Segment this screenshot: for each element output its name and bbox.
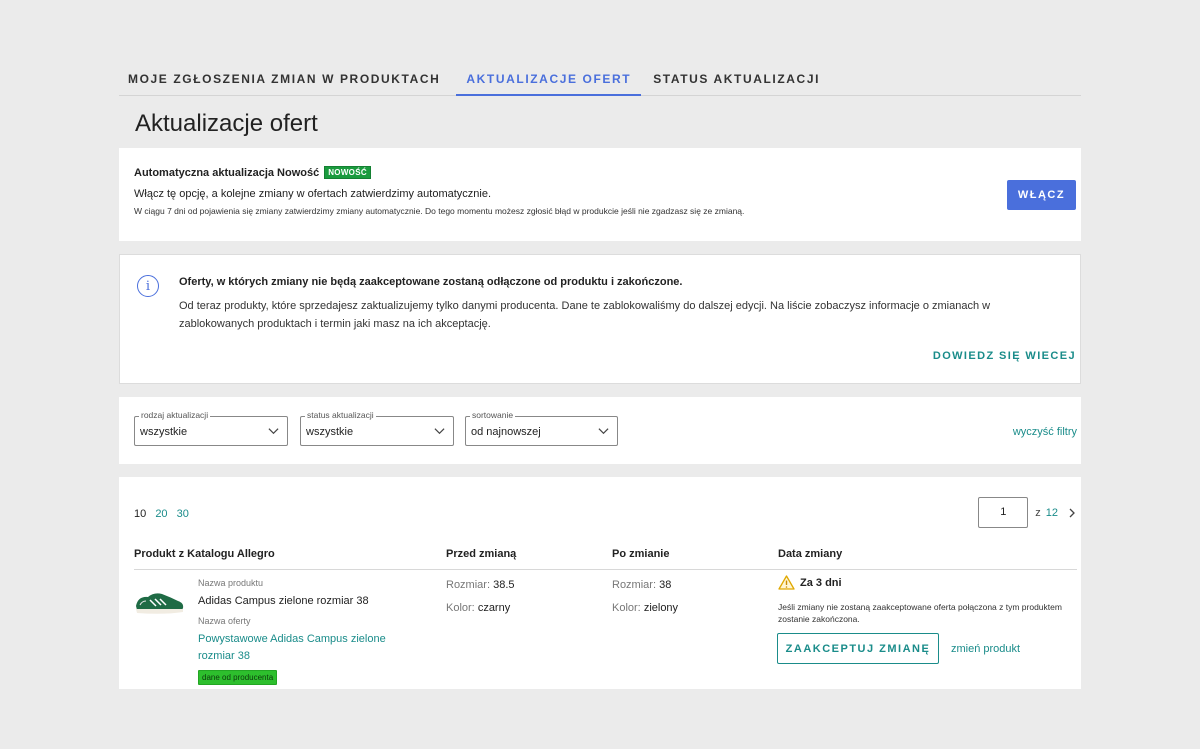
update-type-select[interactable]: rodzaj aktualizacji wszystkie bbox=[134, 410, 288, 446]
chevron-right-icon[interactable] bbox=[1067, 508, 1077, 518]
per-page-20[interactable]: 20 bbox=[155, 508, 167, 520]
product-image bbox=[136, 593, 184, 614]
product-name-label: Nazwa produktu bbox=[198, 578, 264, 588]
page-of-label: z bbox=[1035, 506, 1041, 519]
header-before: Przed zmianą bbox=[446, 548, 517, 560]
header-product: Produkt z Katalogu Allegro bbox=[134, 548, 275, 560]
per-page-selector: 10 20 30 bbox=[134, 508, 195, 520]
table-header: Produkt z Katalogu Allegro Przed zmianą … bbox=[134, 548, 1077, 570]
update-status-label: status aktualizacji bbox=[305, 410, 376, 421]
header-after: Po zmianie bbox=[612, 548, 670, 560]
deadline-text: Za 3 dni bbox=[800, 576, 842, 589]
update-type-label: rodzaj aktualizacji bbox=[139, 410, 211, 421]
auto-update-description: Włącz tę opcję, a kolejne zmiany w ofert… bbox=[134, 188, 492, 200]
before-size: Rozmiar: 38.5 bbox=[446, 579, 515, 591]
after-color: Kolor: zielony bbox=[612, 602, 679, 614]
header-date: Data zmiany bbox=[778, 548, 843, 560]
updates-table-card: 10 20 30 1 z 12 Produkt z Katalogu Alleg… bbox=[119, 477, 1081, 689]
page-container: MOJE ZGŁOSZENIA ZMIAN W PRODUKTACH AKTUA… bbox=[119, 63, 1081, 689]
per-page-10[interactable]: 10 bbox=[134, 508, 146, 520]
before-color: Kolor: czarny bbox=[446, 602, 511, 614]
page-title: Aktualizacje ofert bbox=[135, 110, 318, 137]
auto-update-title: Automatyczna aktualizacja Nowość bbox=[134, 166, 320, 179]
update-status-select[interactable]: status aktualizacji wszystkie bbox=[300, 410, 454, 446]
learn-more-link[interactable]: DOWIEDZ SIĘ WIECEJ bbox=[933, 350, 1076, 362]
manufacturer-data-badge: dane od producenta bbox=[198, 670, 278, 685]
sort-label: sortowanie bbox=[470, 410, 516, 421]
product-name: Adidas Campus zielone rozmiar 38 bbox=[198, 595, 369, 607]
warning-icon bbox=[778, 575, 795, 590]
new-badge: NOWOŚĆ bbox=[324, 166, 371, 179]
tab-my-change-requests[interactable]: MOJE ZGŁOSZENIA ZMIAN W PRODUKTACH bbox=[119, 63, 450, 95]
tab-offer-updates[interactable]: AKTUALIZACJE OFERT bbox=[456, 63, 642, 96]
page-input[interactable]: 1 bbox=[978, 497, 1029, 528]
change-product-link[interactable]: zmień produkt bbox=[951, 643, 1020, 655]
chevron-down-icon bbox=[598, 428, 609, 435]
info-card: i Oferty, w których zmiany nie będą zaak… bbox=[119, 254, 1081, 384]
update-status-value: wszystkie bbox=[306, 426, 354, 438]
info-title: Oferty, w których zmiany nie będą zaakce… bbox=[179, 276, 683, 288]
update-type-value: wszystkie bbox=[140, 426, 188, 438]
clear-filters-link[interactable]: wyczyść filtry bbox=[1013, 426, 1077, 438]
offer-name-link[interactable]: Powystawowe Adidas Campus zielone rozmia… bbox=[198, 631, 408, 665]
chevron-down-icon bbox=[268, 428, 279, 435]
tab-bar: MOJE ZGŁOSZENIA ZMIAN W PRODUKTACH AKTUA… bbox=[119, 63, 1081, 96]
accept-change-button[interactable]: ZAAKCEPTUJ ZMIANĘ bbox=[777, 633, 939, 664]
enable-button[interactable]: WŁĄCZ bbox=[1007, 180, 1076, 210]
after-size: Rozmiar: 38 bbox=[612, 579, 672, 591]
per-page-30[interactable]: 30 bbox=[177, 508, 189, 520]
deadline-note: Jeśli zmiany nie zostaną zaakceptowane o… bbox=[778, 602, 1062, 624]
info-icon: i bbox=[137, 275, 159, 297]
last-page-link[interactable]: 12 bbox=[1046, 507, 1058, 519]
pagination: 1 z 12 bbox=[978, 497, 1077, 528]
filters-bar: rodzaj aktualizacji wszystkie status akt… bbox=[119, 397, 1081, 464]
chevron-down-icon bbox=[434, 428, 445, 435]
auto-update-card: Automatyczna aktualizacja Nowość NOWOŚĆ … bbox=[119, 148, 1081, 241]
tab-update-status[interactable]: STATUS AKTUALIZACJI bbox=[643, 63, 830, 95]
sort-select[interactable]: sortowanie od najnowszej bbox=[465, 410, 618, 446]
auto-update-note: W ciągu 7 dni od pojawienia się zmiany z… bbox=[134, 206, 745, 216]
info-body: Od teraz produkty, które sprzedajesz zak… bbox=[179, 300, 991, 330]
offer-name-label: Nazwa oferty bbox=[198, 616, 251, 626]
deadline: Za 3 dni bbox=[778, 575, 842, 590]
sort-value: od najnowszej bbox=[471, 426, 541, 438]
